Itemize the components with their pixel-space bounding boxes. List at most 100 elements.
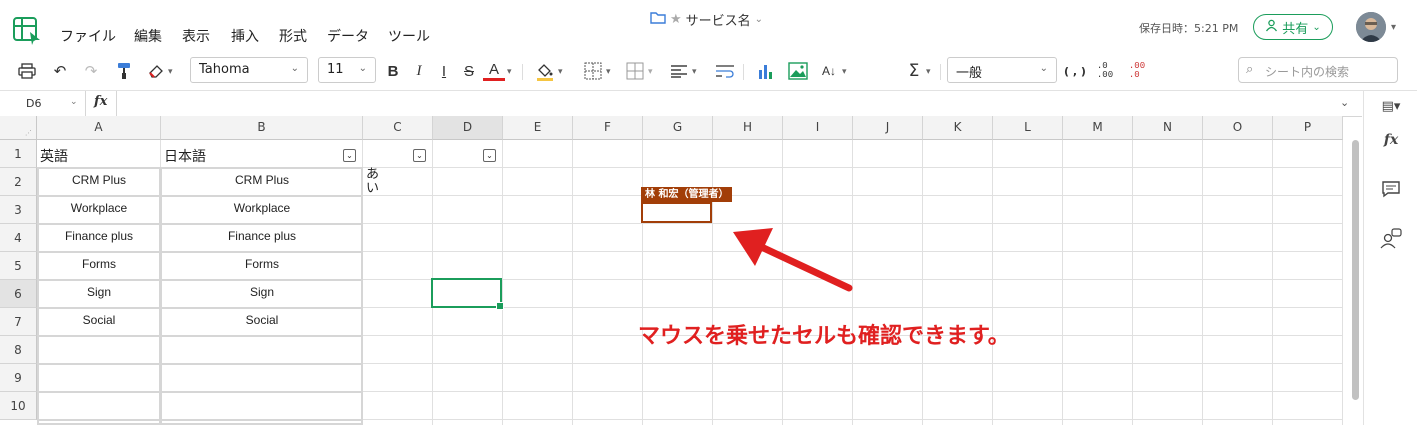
filter-dropdown-b[interactable]: ⌄	[343, 149, 356, 162]
fx-icon[interactable]: fx	[94, 94, 107, 109]
sort-az-icon[interactable]: A↓	[818, 60, 840, 82]
cell-b4[interactable]: Finance plus	[161, 229, 363, 243]
borders-icon[interactable]	[582, 60, 604, 82]
row-header-7[interactable]: 7	[0, 308, 37, 336]
cell-b6[interactable]: Sign	[161, 285, 363, 299]
chevron-down-icon[interactable]: ▾	[926, 67, 931, 77]
decrease-decimal-icon[interactable]: .00.0	[1126, 60, 1148, 82]
cell-a3[interactable]: Workplace	[37, 201, 161, 215]
vertical-scrollbar[interactable]	[1350, 140, 1362, 425]
app-logo-icon[interactable]	[12, 16, 42, 46]
chevron-down-icon[interactable]: ▾	[168, 67, 173, 77]
column-header-d[interactable]: D	[433, 116, 503, 140]
scrollbar-thumb[interactable]	[1352, 140, 1359, 400]
fill-handle[interactable]	[496, 302, 504, 310]
chevron-down-icon[interactable]: ⌄	[70, 97, 78, 107]
menu-insert[interactable]: 挿入	[231, 26, 259, 46]
row-header-5[interactable]: 5	[0, 252, 37, 280]
cell-a5[interactable]: Forms	[37, 257, 161, 271]
share-button[interactable]: 共有 ⌄	[1253, 14, 1333, 40]
cell-a2[interactable]: CRM Plus	[37, 173, 161, 187]
cell-b5[interactable]: Forms	[161, 257, 363, 271]
formula-input[interactable]	[116, 91, 1347, 116]
chevron-down-icon[interactable]: ▾	[692, 67, 697, 77]
italic-button[interactable]: I	[408, 60, 430, 82]
row-header-6[interactable]: 6	[0, 280, 37, 308]
column-header-b[interactable]: B	[161, 116, 363, 140]
chart-icon[interactable]	[755, 60, 777, 82]
cell-style-icon[interactable]: ▤▾	[1378, 93, 1404, 119]
cell-a7[interactable]: Social	[37, 313, 161, 327]
row-header-8[interactable]: 8	[0, 336, 37, 364]
column-header-p[interactable]: P	[1273, 116, 1343, 140]
undo-icon[interactable]: ↶	[49, 60, 71, 82]
cell-b7[interactable]: Social	[161, 313, 363, 327]
row-header-3[interactable]: 3	[0, 196, 37, 224]
name-box[interactable]: D6 ⌄	[0, 91, 86, 116]
cell-a6[interactable]: Sign	[37, 285, 161, 299]
column-header-g[interactable]: G	[643, 116, 713, 140]
menu-format[interactable]: 形式	[279, 26, 307, 46]
number-format-select[interactable]: 一般 ⌄	[947, 57, 1057, 83]
select-all-corner[interactable]: ⋰	[0, 116, 37, 140]
row-header-9[interactable]: 9	[0, 364, 37, 392]
row-header-2[interactable]: 2	[0, 168, 37, 196]
cell-b1[interactable]: 日本語	[161, 146, 363, 166]
comma-style-icon[interactable]: ( , )	[1064, 60, 1086, 82]
filter-dropdown-d[interactable]: ⌄	[483, 149, 496, 162]
column-header-e[interactable]: E	[503, 116, 573, 140]
font-size-select[interactable]: 11 ⌄	[318, 57, 376, 83]
chevron-down-icon[interactable]: ▾	[507, 67, 512, 77]
increase-decimal-icon[interactable]: .0.00	[1094, 60, 1116, 82]
font-family-select[interactable]: Tahoma ⌄	[190, 57, 308, 83]
folder-icon[interactable]	[650, 11, 666, 28]
menu-view[interactable]: 表示	[182, 26, 210, 46]
row-header-4[interactable]: 4	[0, 224, 37, 252]
column-header-i[interactable]: I	[783, 116, 853, 140]
chevron-down-icon[interactable]: ▾	[842, 67, 847, 77]
cell-a4[interactable]: Finance plus	[37, 229, 161, 243]
row-header-10[interactable]: 10	[0, 392, 37, 420]
column-header-o[interactable]: O	[1203, 116, 1273, 140]
account-menu-caret-icon[interactable]: ▾	[1391, 22, 1396, 33]
cell-c2[interactable]: あい	[366, 167, 380, 194]
sum-icon[interactable]: Σ	[903, 60, 925, 82]
redo-icon[interactable]: ↷	[80, 60, 102, 82]
chevron-down-icon[interactable]: ▾	[606, 67, 611, 77]
expand-formula-icon[interactable]: ⌄	[1340, 96, 1349, 109]
document-name[interactable]: サービス名	[686, 10, 751, 29]
font-color-button[interactable]: A	[483, 60, 505, 81]
star-icon[interactable]: ★	[670, 12, 682, 27]
column-header-c[interactable]: C	[363, 116, 433, 140]
column-header-k[interactable]: K	[923, 116, 993, 140]
menu-file[interactable]: ファイル	[60, 26, 116, 46]
fill-color-icon[interactable]	[534, 60, 556, 82]
align-left-icon[interactable]	[668, 60, 690, 82]
wrap-text-icon[interactable]	[714, 60, 736, 82]
image-icon[interactable]	[787, 60, 809, 82]
functions-icon[interactable]: fx	[1378, 127, 1404, 153]
merge-cells-icon[interactable]	[624, 60, 646, 82]
active-cell-d6[interactable]	[431, 278, 504, 310]
chevron-down-icon[interactable]: ⌄	[755, 14, 763, 25]
column-header-l[interactable]: L	[993, 116, 1063, 140]
format-painter-icon[interactable]	[113, 60, 135, 82]
cell-a1[interactable]: 英語	[37, 146, 161, 166]
menu-data[interactable]: データ	[327, 26, 369, 46]
column-header-n[interactable]: N	[1133, 116, 1203, 140]
avatar[interactable]	[1356, 12, 1386, 42]
column-header-m[interactable]: M	[1063, 116, 1133, 140]
bold-button[interactable]: B	[382, 60, 404, 82]
column-header-f[interactable]: F	[573, 116, 643, 140]
column-header-j[interactable]: J	[853, 116, 923, 140]
cell-b2[interactable]: CRM Plus	[161, 173, 363, 187]
column-header-h[interactable]: H	[713, 116, 783, 140]
chevron-down-icon[interactable]: ▾	[648, 67, 653, 77]
clear-format-icon[interactable]	[145, 60, 167, 82]
strikethrough-button[interactable]: S	[458, 60, 480, 82]
cell-b3[interactable]: Workplace	[161, 201, 363, 215]
column-header-a[interactable]: A	[37, 116, 161, 140]
filter-dropdown-c[interactable]: ⌄	[413, 149, 426, 162]
collaboration-chat-icon[interactable]	[1378, 226, 1404, 252]
print-icon[interactable]	[16, 60, 38, 82]
